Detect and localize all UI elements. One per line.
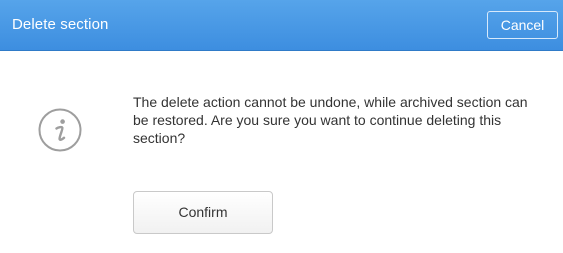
dialog-header: Delete section Cancel — [0, 0, 563, 51]
cancel-button[interactable]: Cancel — [487, 11, 558, 39]
dialog-body: The delete action cannot be undone, whil… — [0, 51, 563, 253]
dialog-title: Delete section — [12, 16, 109, 33]
confirm-button[interactable]: Confirm — [133, 191, 273, 234]
info-icon — [38, 108, 82, 152]
dialog-message: The delete action cannot be undone, whil… — [133, 94, 528, 146]
delete-section-dialog: Delete section Cancel The delete action … — [0, 0, 563, 253]
